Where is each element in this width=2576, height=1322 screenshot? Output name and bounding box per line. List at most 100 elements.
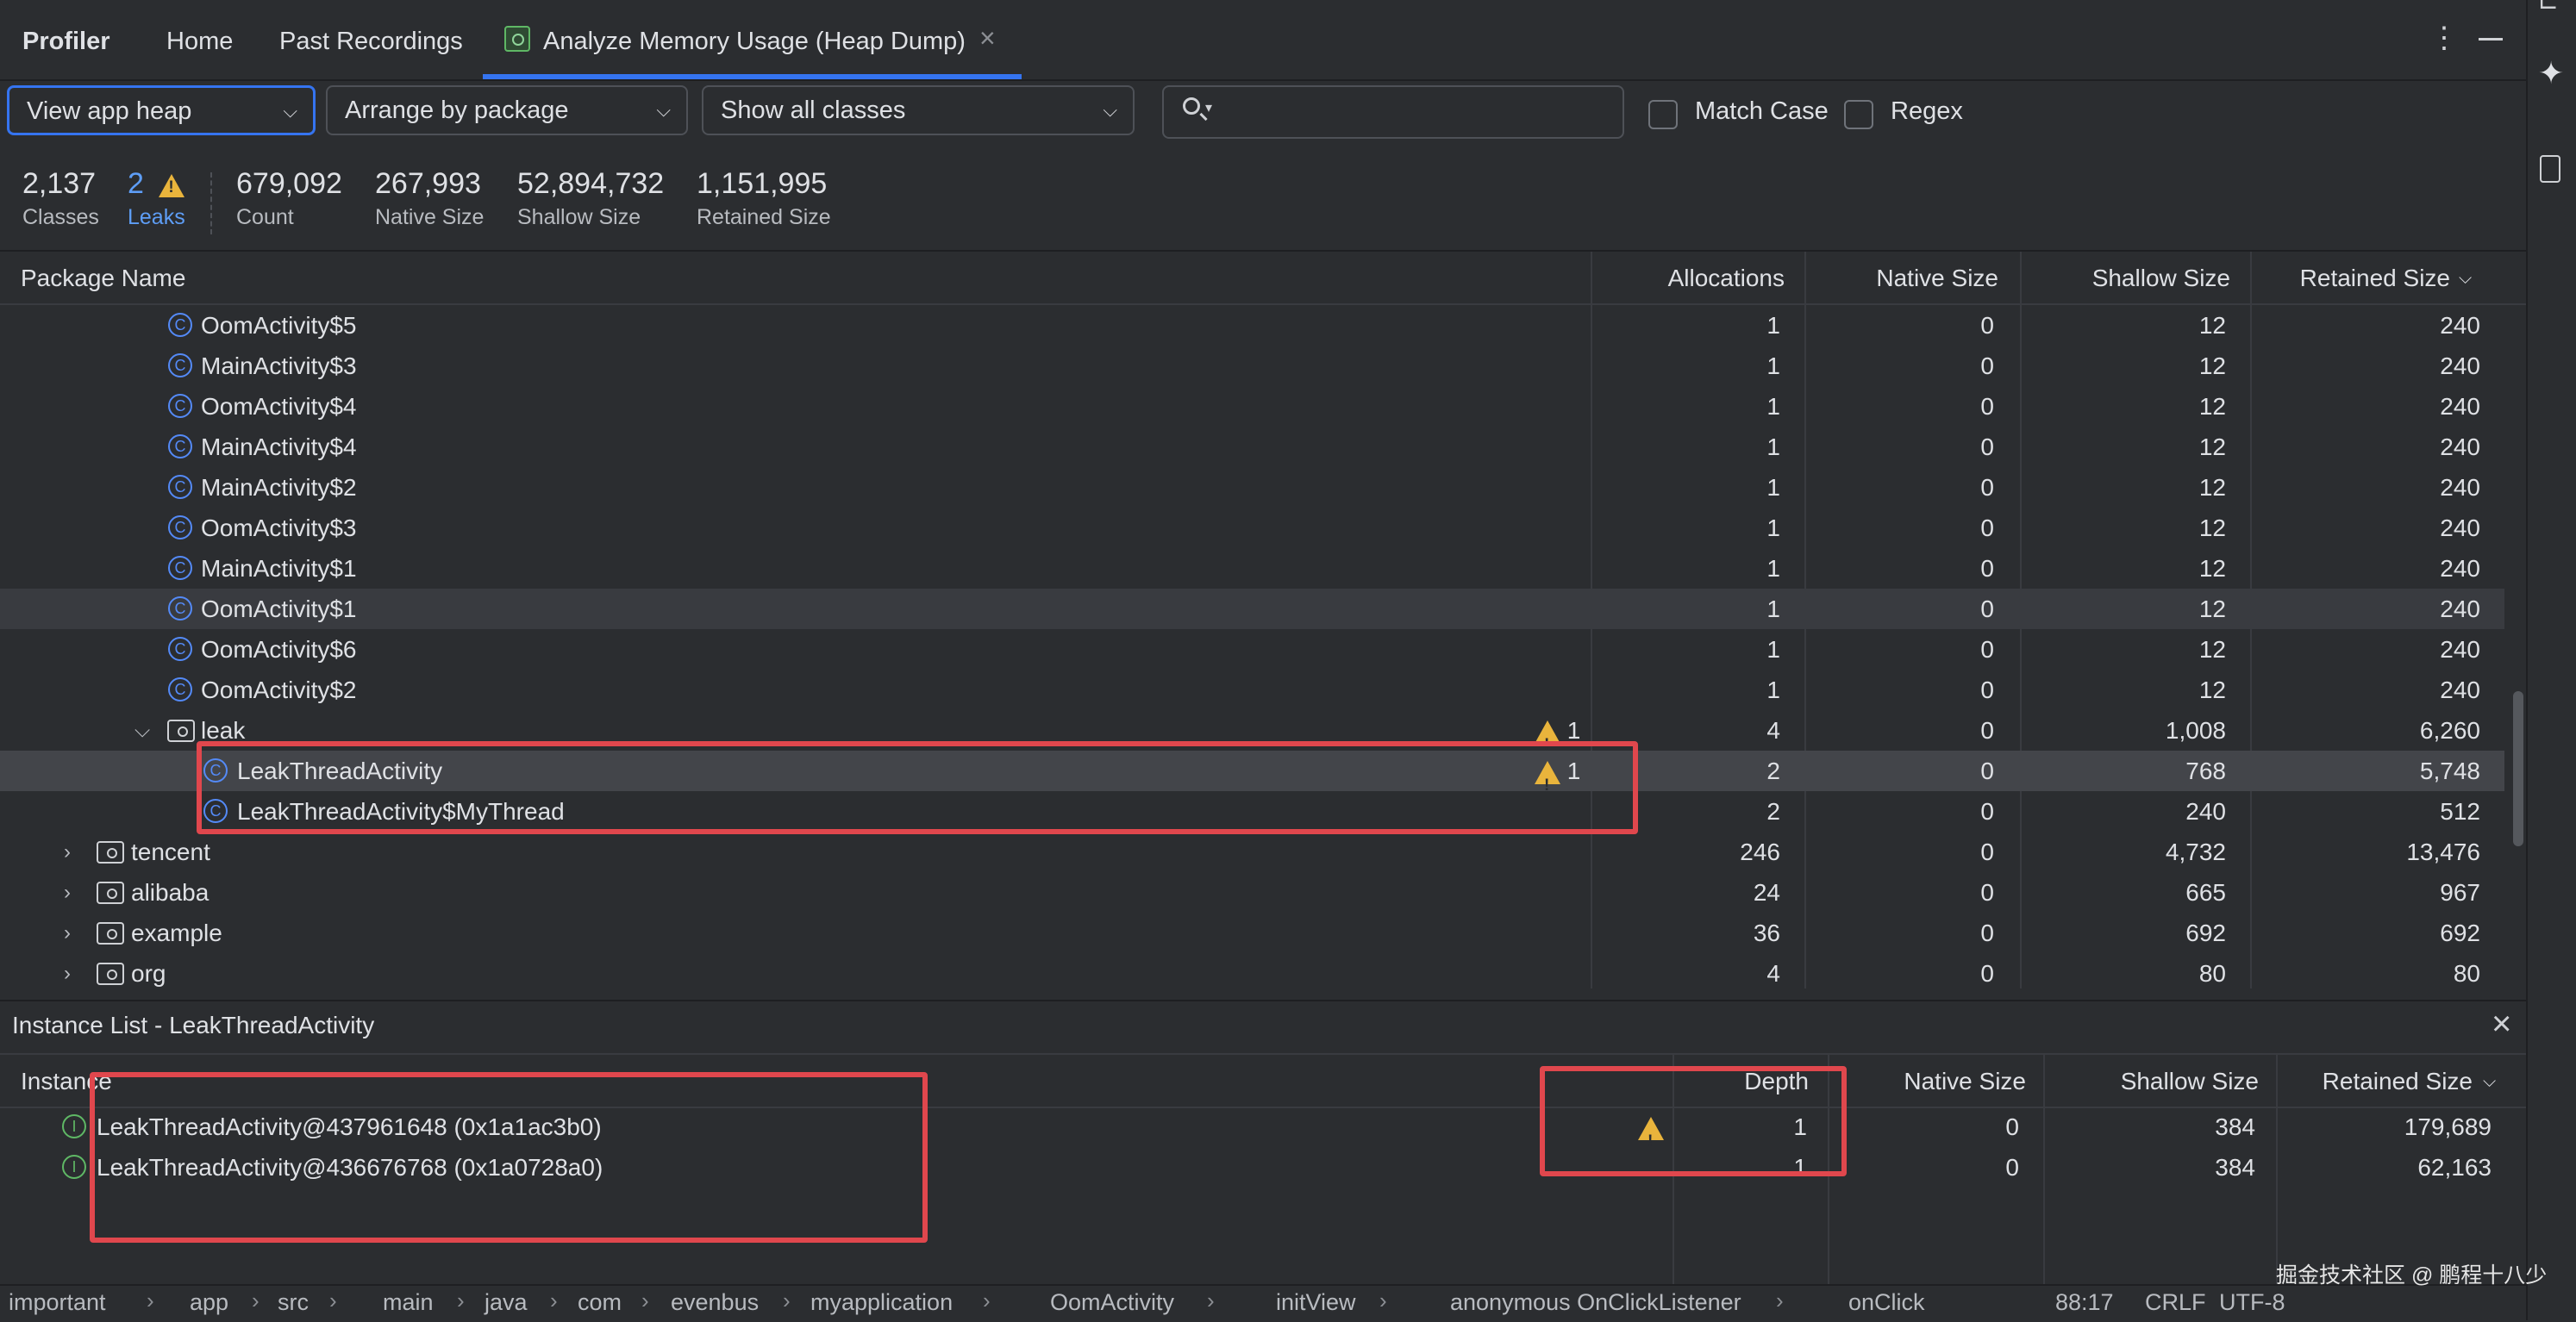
breadcrumb-separator: › bbox=[1776, 1288, 1784, 1313]
table-row[interactable]: C OomActivity$5 1 0 12 240 bbox=[0, 305, 2504, 346]
chevron-right-icon[interactable]: › bbox=[64, 872, 71, 913]
tab-home[interactable]: Home bbox=[166, 0, 233, 79]
breadcrumb-item[interactable]: main bbox=[383, 1289, 434, 1316]
class-name: MainActivity$2 bbox=[201, 474, 357, 501]
retained-size-cell: 5,748 bbox=[2419, 758, 2480, 784]
shallow-size-cell: 12 bbox=[2198, 433, 2226, 460]
native-size-cell: 0 bbox=[1980, 798, 1994, 825]
native-size-value: 267,993 bbox=[375, 167, 481, 200]
search-history-caret-icon[interactable]: ▾ bbox=[1205, 99, 1212, 116]
allocations-cell: 1 bbox=[1766, 433, 1780, 460]
breadcrumb-item[interactable]: important bbox=[9, 1289, 106, 1316]
breadcrumb-item[interactable]: myapplication bbox=[810, 1289, 953, 1316]
column-shallow-size[interactable]: Shallow Size bbox=[2052, 1055, 2259, 1107]
table-row[interactable]: C OomActivity$3 1 0 12 240 bbox=[0, 508, 2504, 548]
native-size-cell: 0 bbox=[1980, 555, 1994, 582]
close-tab-icon[interactable]: × bbox=[979, 22, 996, 54]
caret-position[interactable]: 88:17 bbox=[2055, 1289, 2114, 1316]
sort-desc-icon[interactable]: ⌵ bbox=[2483, 1055, 2496, 1107]
more-options-icon[interactable]: ⋮ bbox=[2429, 21, 2459, 55]
column-retained-size[interactable]: Retained Size bbox=[2285, 1055, 2473, 1107]
heap-select-value: View app heap bbox=[27, 97, 192, 125]
tab-bar: Profiler Home Past Recordings Analyze Me… bbox=[0, 0, 2526, 81]
table-row[interactable]: › alibaba 24 0 665 967 bbox=[0, 872, 2504, 913]
chevron-right-icon[interactable]: › bbox=[64, 832, 71, 872]
breadcrumb-item[interactable]: evenbus bbox=[671, 1289, 759, 1316]
breadcrumb-separator: › bbox=[147, 1288, 154, 1313]
tool-icon-top[interactable]: ⊏ bbox=[2538, 0, 2558, 15]
regex-checkbox[interactable] bbox=[1844, 100, 1873, 129]
breadcrumb-item[interactable]: app bbox=[190, 1289, 228, 1316]
vertical-scrollbar[interactable] bbox=[2513, 691, 2523, 846]
native-size-cell: 0 bbox=[1980, 677, 1994, 703]
instance-icon: I bbox=[62, 1114, 86, 1138]
leaks-count[interactable]: 2 bbox=[128, 167, 185, 201]
allocations-cell: 1 bbox=[1766, 555, 1780, 582]
shallow-size-cell: 12 bbox=[2198, 636, 2226, 663]
chevron-right-icon[interactable]: › bbox=[64, 913, 71, 953]
shallow-size-cell: 80 bbox=[2198, 960, 2226, 987]
allocations-cell: 4 bbox=[1766, 960, 1780, 987]
breadcrumb-item[interactable]: com bbox=[578, 1289, 622, 1316]
file-encoding[interactable]: UTF-8 bbox=[2219, 1289, 2285, 1316]
table-row[interactable]: › org 4 0 80 80 bbox=[0, 953, 2504, 994]
class-filter-select[interactable]: Show all classes ⌵ bbox=[702, 85, 1135, 135]
shallow-size-cell: 384 bbox=[2215, 1154, 2255, 1181]
retained-size-cell: 240 bbox=[2440, 514, 2480, 541]
breadcrumb-item[interactable]: initView bbox=[1276, 1289, 1356, 1316]
table-row[interactable]: C MainActivity$3 1 0 12 240 bbox=[0, 346, 2504, 386]
column-shallow-size[interactable]: Shallow Size bbox=[2026, 252, 2230, 303]
match-case-label[interactable]: Match Case bbox=[1695, 97, 1829, 126]
minimize-icon[interactable] bbox=[2479, 38, 2503, 41]
column-package-name[interactable]: Package Name bbox=[21, 252, 185, 303]
table-row[interactable]: C OomActivity$1 1 0 12 240 bbox=[0, 589, 2504, 629]
retained-size-cell: 6,260 bbox=[2419, 717, 2480, 744]
heap-select[interactable]: View app heap ⌵ bbox=[7, 85, 316, 135]
arrange-select[interactable]: Arrange by package ⌵ bbox=[326, 85, 688, 135]
table-row[interactable]: C OomActivity$4 1 0 12 240 bbox=[0, 386, 2504, 427]
class-name: OomActivity$6 bbox=[201, 636, 357, 663]
table-row[interactable]: C OomActivity$2 1 0 12 240 bbox=[0, 670, 2504, 710]
package-name: example bbox=[131, 920, 222, 946]
retained-size-cell: 13,476 bbox=[2406, 839, 2480, 865]
ai-assistant-icon[interactable]: ✦ bbox=[2538, 55, 2564, 91]
device-manager-icon[interactable] bbox=[2540, 155, 2560, 183]
retained-size-cell: 179,689 bbox=[2404, 1113, 2492, 1140]
breadcrumb-item[interactable]: java bbox=[485, 1289, 528, 1316]
table-row[interactable]: C MainActivity$2 1 0 12 240 bbox=[0, 467, 2504, 508]
retained-size-cell: 512 bbox=[2440, 798, 2480, 825]
heap-dump-icon bbox=[504, 26, 530, 52]
tab-past-recordings[interactable]: Past Recordings bbox=[279, 0, 463, 79]
allocations-cell: 24 bbox=[1753, 879, 1780, 906]
column-retained-size[interactable]: Retained Size bbox=[2259, 252, 2450, 303]
allocations-cell: 1 bbox=[1766, 352, 1780, 379]
table-row[interactable]: › tencent 246 0 4,732 13,476 bbox=[0, 832, 2504, 872]
native-size-cell: 0 bbox=[2005, 1113, 2019, 1140]
breadcrumb-item[interactable]: src bbox=[278, 1289, 309, 1316]
search-input[interactable]: ▾ bbox=[1162, 85, 1624, 139]
column-allocations[interactable]: Allocations bbox=[1595, 252, 1785, 303]
column-native-size[interactable]: Native Size bbox=[1810, 252, 1998, 303]
leaks-label[interactable]: Leaks bbox=[128, 205, 185, 230]
close-icon[interactable]: × bbox=[2492, 1005, 2511, 1044]
breadcrumb-item[interactable]: OomActivity bbox=[1050, 1289, 1174, 1316]
match-case-checkbox[interactable] bbox=[1648, 100, 1678, 129]
class-name: OomActivity$5 bbox=[201, 312, 357, 339]
column-native-size[interactable]: Native Size bbox=[1836, 1055, 2026, 1107]
table-row[interactable]: › example 36 0 692 692 bbox=[0, 913, 2504, 953]
class-icon: C bbox=[168, 556, 192, 580]
regex-label[interactable]: Regex bbox=[1891, 97, 1963, 126]
retained-size-cell: 692 bbox=[2440, 920, 2480, 946]
breadcrumb-item[interactable]: onClick bbox=[1848, 1289, 1925, 1316]
line-separator[interactable]: CRLF bbox=[2145, 1289, 2206, 1316]
table-row[interactable]: C MainActivity$4 1 0 12 240 bbox=[0, 427, 2504, 467]
class-icon: C bbox=[168, 677, 192, 702]
retained-size-cell: 62,163 bbox=[2417, 1154, 2492, 1181]
breadcrumb-item[interactable]: anonymous OnClickListener bbox=[1450, 1289, 1741, 1316]
tab-analyze-memory[interactable]: Analyze Memory Usage (Heap Dump) bbox=[543, 0, 966, 79]
table-row[interactable]: C OomActivity$6 1 0 12 240 bbox=[0, 629, 2504, 670]
chevron-right-icon[interactable]: › bbox=[64, 953, 71, 994]
sort-desc-icon[interactable]: ⌵ bbox=[2459, 252, 2472, 303]
table-row[interactable]: C MainActivity$1 1 0 12 240 bbox=[0, 548, 2504, 589]
chevron-down-icon[interactable]: ⌵ bbox=[134, 710, 150, 751]
